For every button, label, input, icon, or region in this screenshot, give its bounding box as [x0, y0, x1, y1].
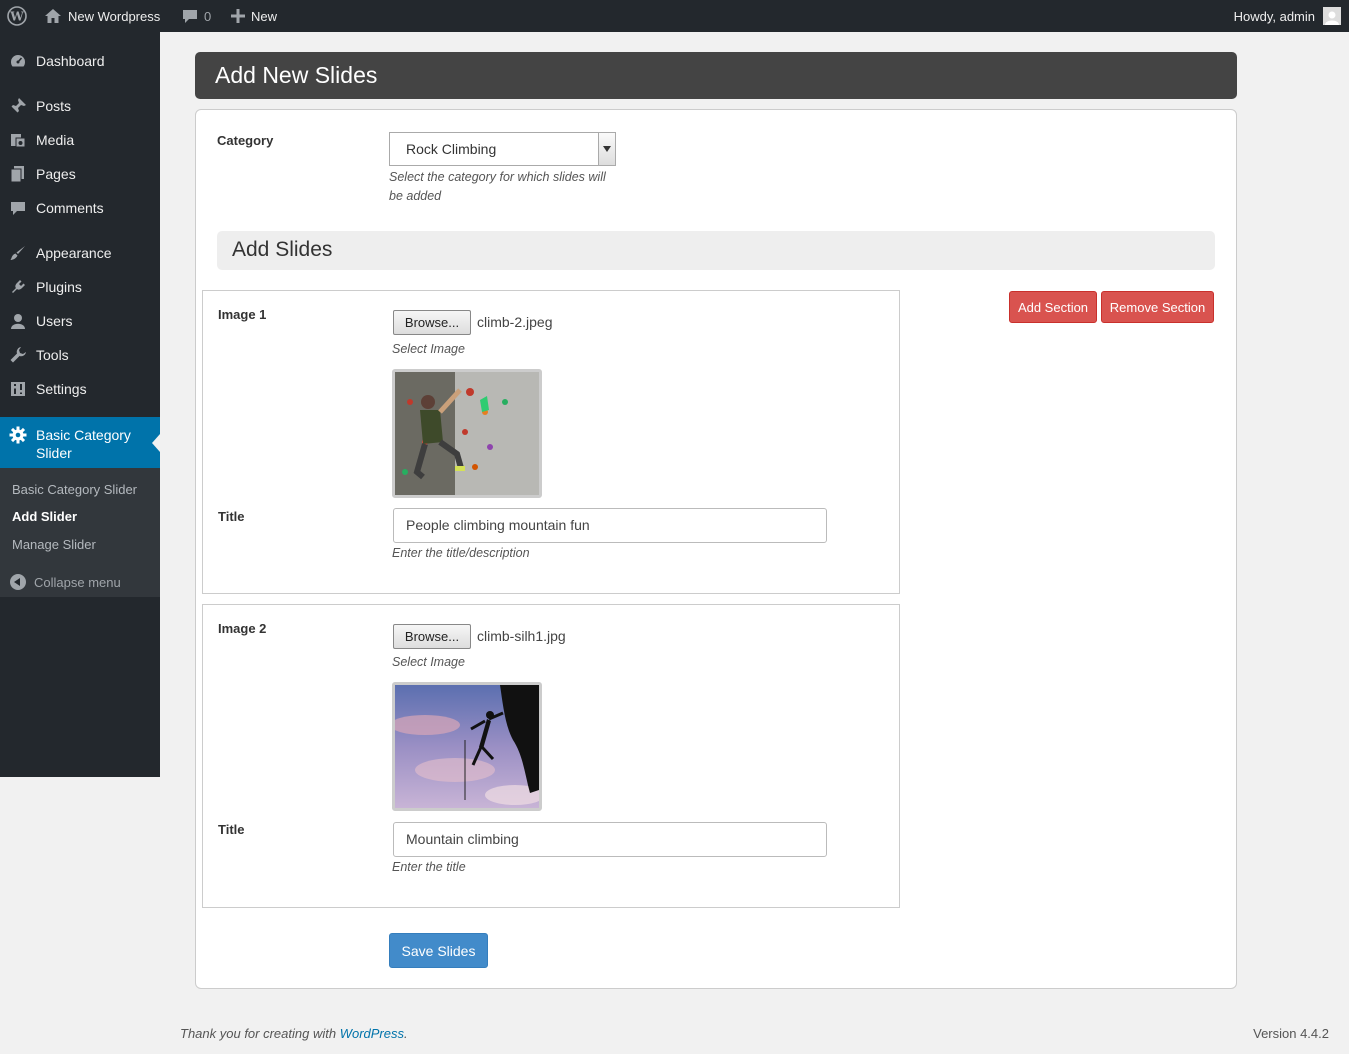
image-preview — [392, 682, 542, 811]
plug-icon — [0, 278, 36, 296]
title-input[interactable]: People climbing mountain fun — [393, 508, 827, 543]
avatar — [1323, 7, 1341, 25]
chevron-down-icon — [598, 133, 615, 165]
sidebar-item-label: Users — [36, 313, 73, 329]
settings-icon — [0, 380, 36, 398]
select-image-description: Select Image — [392, 342, 465, 356]
site-name: New Wordpress — [68, 8, 161, 24]
category-selected-value: Rock Climbing — [406, 141, 497, 157]
sidebar-item-label: Plugins — [36, 279, 82, 295]
admin-sidebar: Dashboard Posts Media Pages Comments App… — [0, 32, 160, 777]
image-label: Image 1 — [218, 307, 267, 322]
sidebar-item-comments[interactable]: Comments — [0, 191, 160, 225]
brush-icon — [0, 244, 36, 262]
save-slides-button[interactable]: Save Slides — [389, 933, 488, 968]
image-preview — [392, 369, 542, 498]
site-name-link[interactable]: New Wordpress — [44, 0, 160, 32]
sidebar-item-label: Tools — [36, 347, 69, 363]
slides-form-panel: Category Rock Climbing Select the catego… — [195, 109, 1237, 989]
footer-thanks-text: Thank you for creating with — [180, 1026, 337, 1041]
pin-icon — [0, 97, 36, 115]
title-label: Title — [218, 822, 245, 837]
category-description: Select the category for which slides wil… — [389, 170, 606, 203]
account-menu[interactable]: Howdy, admin — [1234, 0, 1341, 32]
new-label: New — [251, 8, 278, 24]
footer-thanks: Thank you for creating with WordPress. — [180, 1026, 408, 1041]
remove-section-button[interactable]: Remove Section — [1101, 291, 1214, 323]
page-title: Add New Slides — [195, 52, 1237, 99]
submenu-item-add-slider[interactable]: Add Slider — [12, 509, 77, 524]
file-name: climb-2.jpeg — [477, 314, 553, 330]
current-menu-arrow — [152, 434, 160, 452]
wordpress-link[interactable]: WordPress — [340, 1026, 404, 1041]
image-label: Image 2 — [218, 621, 267, 636]
sidebar-item-media[interactable]: Media — [0, 123, 160, 157]
svg-text:W: W — [9, 10, 24, 24]
sidebar-item-basic-category-slider[interactable]: Basic Category Slider — [0, 417, 160, 469]
sidebar-item-posts[interactable]: Posts — [0, 89, 160, 123]
add-slides-heading: Add Slides — [217, 231, 1215, 270]
sidebar-item-pages[interactable]: Pages — [0, 157, 160, 191]
title-description: Enter the title/description — [392, 546, 530, 560]
slide-section-1: Image 1 Browse... climb-2.jpeg Select Im… — [202, 290, 900, 594]
file-name: climb-silh1.jpg — [477, 628, 566, 644]
collapse-menu-button[interactable]: Collapse menu — [10, 574, 121, 590]
sidebar-item-label: Comments — [36, 200, 104, 216]
collapse-label: Collapse menu — [34, 574, 121, 590]
sidebar-item-users[interactable]: Users — [0, 304, 160, 338]
slide-section-2: Image 2 Browse... climb-silh1.jpg Select… — [202, 604, 900, 908]
browse-button[interactable]: Browse... — [393, 310, 471, 335]
home-icon — [44, 8, 62, 24]
user-icon — [0, 312, 36, 330]
wrench-icon — [0, 346, 36, 364]
version-text: Version 4.4.2 — [1253, 1026, 1329, 1041]
category-select[interactable]: Rock Climbing — [389, 132, 616, 166]
title-label: Title — [218, 509, 245, 524]
sidebar-item-plugins[interactable]: Plugins — [0, 270, 160, 304]
sidebar-item-tools[interactable]: Tools — [0, 338, 160, 372]
sidebar-item-label: Appearance — [36, 245, 112, 261]
submenu-item-manage-slider[interactable]: Manage Slider — [12, 537, 96, 552]
new-content-link[interactable]: New — [231, 0, 277, 32]
collapse-icon — [10, 574, 26, 590]
sidebar-item-settings[interactable]: Settings — [0, 372, 160, 406]
comments-link[interactable]: 0 — [182, 0, 211, 32]
add-section-button[interactable]: Add Section — [1009, 291, 1097, 323]
category-label: Category — [217, 133, 274, 148]
wordpress-logo-icon[interactable]: W — [6, 0, 28, 32]
footer-period: . — [404, 1026, 408, 1041]
title-input[interactable]: Mountain climbing — [393, 822, 827, 857]
sidebar-item-label: Dashboard — [36, 53, 105, 69]
plus-icon — [231, 9, 245, 23]
select-image-description: Select Image — [392, 655, 465, 669]
sidebar-item-appearance[interactable]: Appearance — [0, 236, 160, 270]
comments-count: 0 — [204, 8, 212, 24]
sidebar-item-label: Posts — [36, 98, 72, 114]
browse-button[interactable]: Browse... — [393, 624, 471, 649]
pages-icon — [0, 165, 36, 183]
submenu-item-basic-category-slider[interactable]: Basic Category Slider — [12, 482, 137, 497]
sidebar-item-dashboard[interactable]: Dashboard — [0, 44, 160, 78]
media-icon — [0, 131, 36, 149]
comment-icon — [0, 199, 36, 217]
dashboard-icon — [0, 52, 36, 70]
admin-bar: W New Wordpress 0 New Howdy, admin — [0, 0, 1349, 32]
sidebar-item-label: Media — [36, 132, 75, 148]
sidebar-item-label: Basic Category Slider — [36, 427, 131, 461]
gear-icon — [0, 426, 36, 444]
comment-icon — [182, 8, 198, 24]
sidebar-item-label: Settings — [36, 381, 87, 397]
sidebar-item-label: Pages — [36, 166, 76, 182]
title-description: Enter the title — [392, 860, 466, 874]
howdy-text: Howdy, admin — [1233, 8, 1315, 24]
